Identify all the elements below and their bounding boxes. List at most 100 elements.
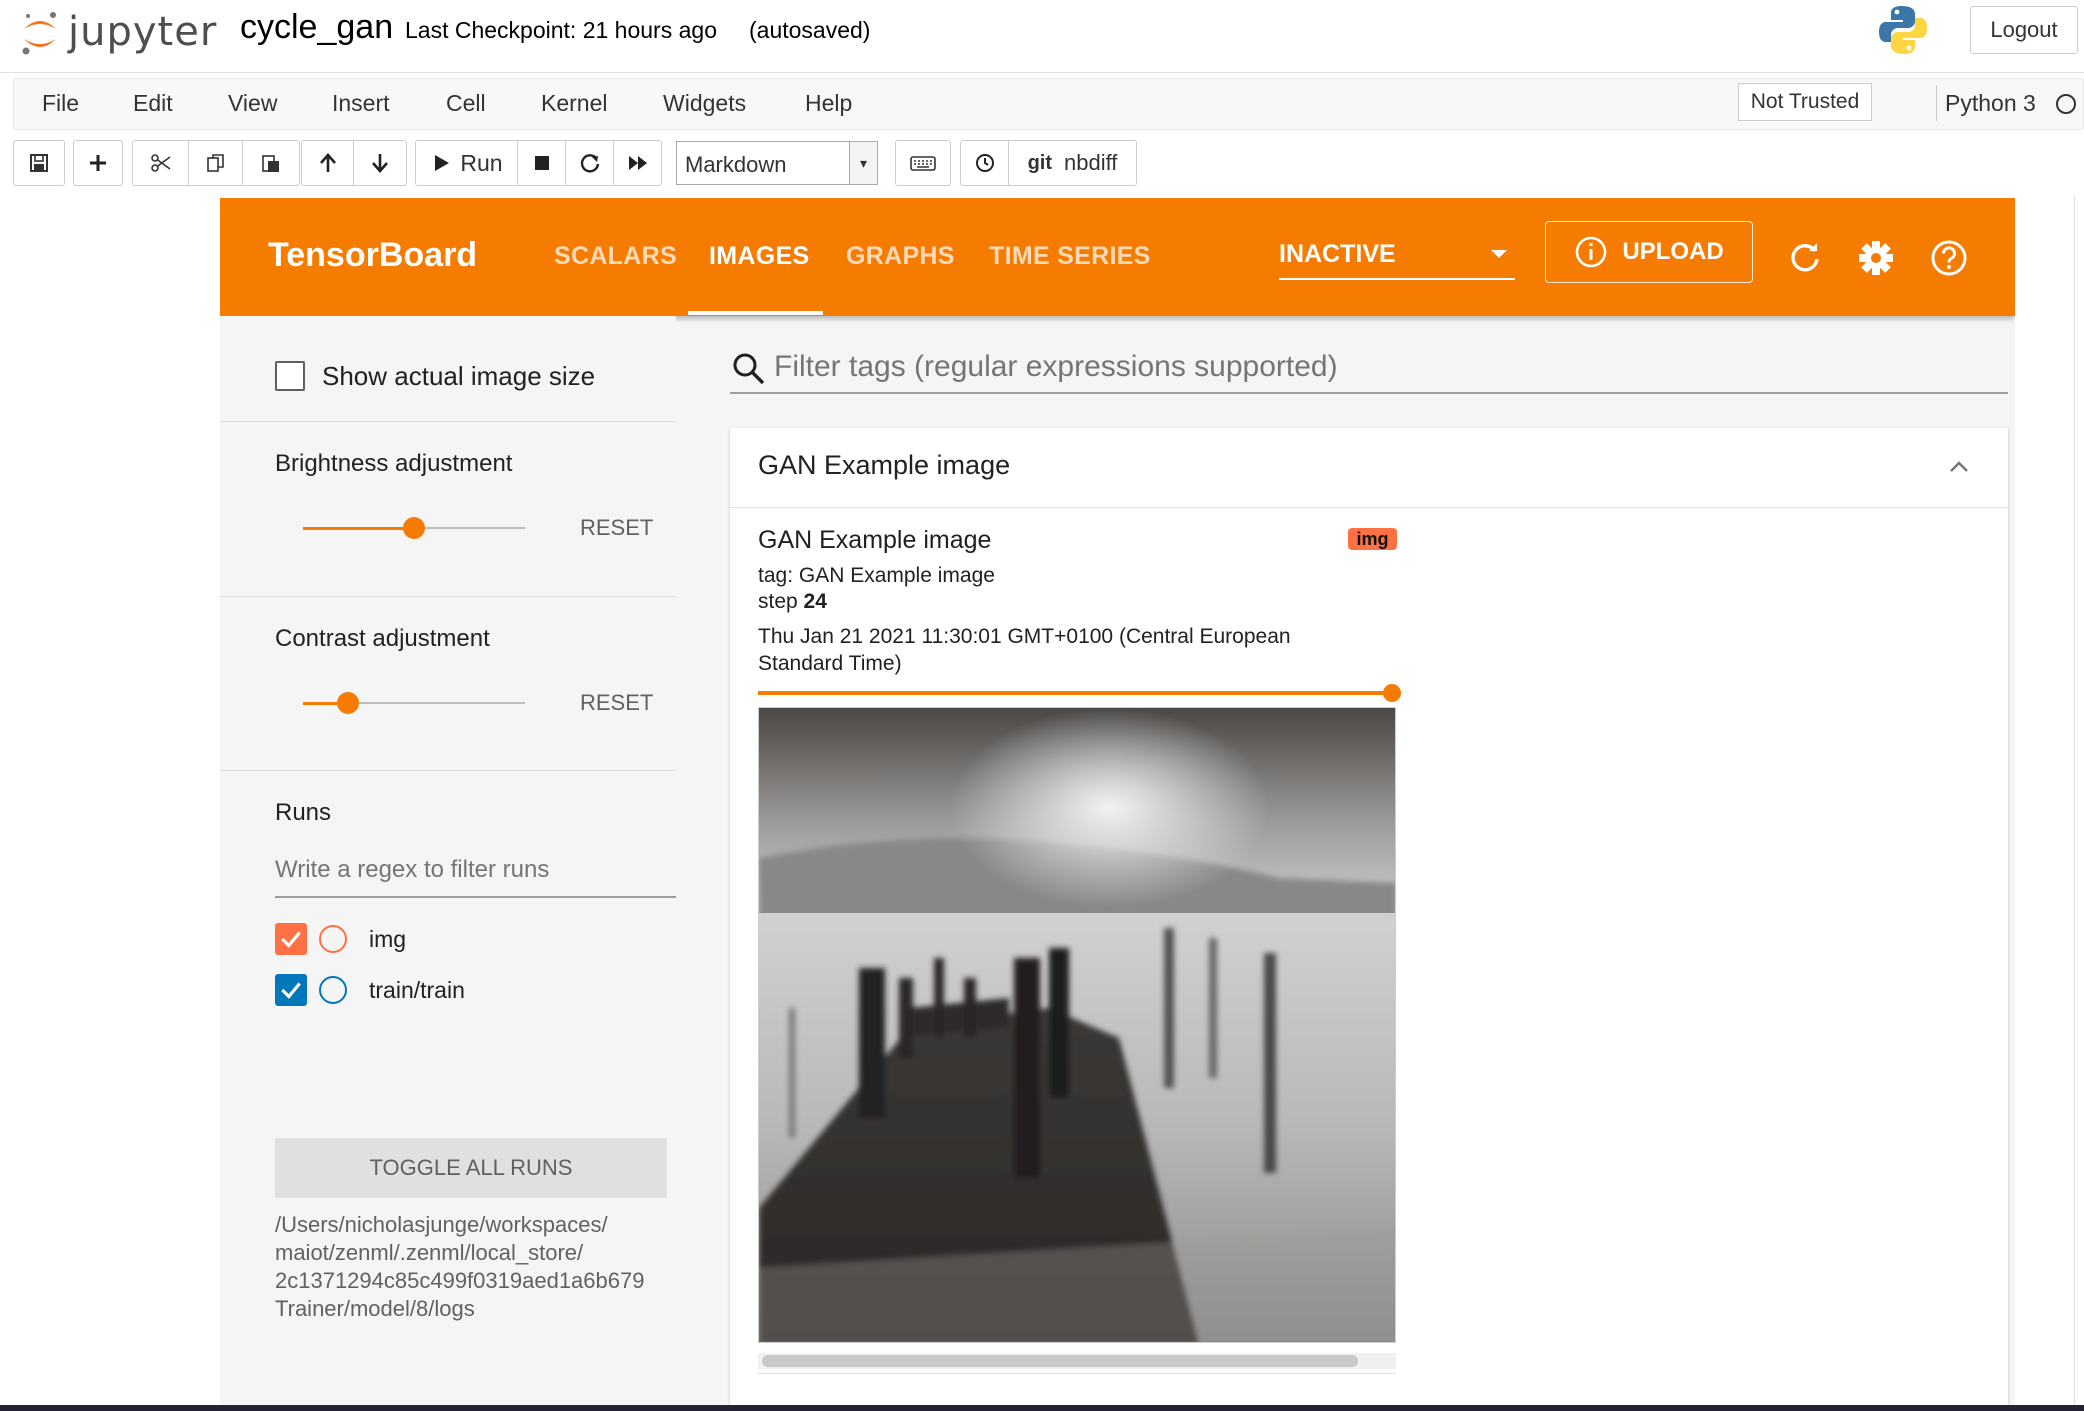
toggle-all-runs-button[interactable]: TOGGLE ALL RUNS bbox=[275, 1138, 667, 1198]
sidebar-divider bbox=[220, 596, 676, 597]
insert-cell-button[interactable] bbox=[74, 141, 122, 185]
command-palette-button[interactable] bbox=[896, 141, 950, 185]
restart-button[interactable] bbox=[566, 141, 614, 185]
menu-view[interactable]: View bbox=[228, 90, 277, 117]
image-horizontal-scrollbar[interactable] bbox=[758, 1353, 1396, 1369]
notebook-name[interactable]: cycle_gan bbox=[240, 8, 393, 47]
scissors-icon bbox=[150, 154, 170, 172]
kernel-separator bbox=[1936, 85, 1937, 121]
clock-icon bbox=[975, 154, 994, 172]
tab-graphs[interactable]: GRAPHS bbox=[846, 242, 955, 271]
python-logo-icon bbox=[1879, 6, 1927, 54]
fast-forward-icon bbox=[628, 156, 647, 170]
menu-kernel[interactable]: Kernel bbox=[541, 90, 607, 117]
sidebar-divider bbox=[220, 421, 676, 422]
nbdiff-button[interactable]: git nbdiff bbox=[1009, 141, 1136, 185]
show-actual-size-label[interactable]: Show actual image size bbox=[322, 361, 595, 392]
step-slider-handle[interactable] bbox=[1383, 684, 1401, 702]
category-title: GAN Example image bbox=[758, 450, 1011, 480]
settings-gear-icon[interactable] bbox=[1857, 239, 1895, 277]
tab-images[interactable]: IMAGES bbox=[709, 242, 809, 271]
interrupt-button[interactable] bbox=[518, 141, 566, 185]
category-header[interactable]: GAN Example image bbox=[730, 428, 2008, 508]
menu-file[interactable]: File bbox=[42, 90, 79, 117]
checkmark-icon bbox=[281, 982, 301, 999]
tag-filter-input[interactable]: Filter tags (regular expressions support… bbox=[730, 346, 2008, 394]
upload-button[interactable]: UPLOAD bbox=[1545, 221, 1753, 283]
run-img-name: img bbox=[369, 925, 407, 952]
plugin-status-select[interactable]: INACTIVE bbox=[1279, 240, 1515, 280]
menu-help[interactable]: Help bbox=[805, 90, 852, 117]
kernel-name: Python 3 bbox=[1945, 90, 2036, 116]
kernel-idle-icon bbox=[2056, 94, 2076, 114]
cell-type-select[interactable]: Markdown ▾ bbox=[676, 141, 878, 185]
toolbar-group-move bbox=[301, 140, 407, 186]
toolbar-group-save bbox=[13, 140, 65, 186]
run-train-checkbox[interactable] bbox=[275, 974, 307, 1006]
brightness-slider-handle[interactable] bbox=[403, 517, 425, 539]
run-row-img: img bbox=[275, 921, 406, 957]
help-icon[interactable] bbox=[1930, 239, 1968, 277]
arrow-down-icon bbox=[372, 154, 388, 173]
tensorboard-sidebar: Show actual image size Brightness adjust… bbox=[220, 316, 676, 1405]
move-up-button[interactable] bbox=[302, 141, 354, 185]
run-button[interactable]: Run bbox=[416, 141, 518, 185]
run-img-radio[interactable] bbox=[319, 925, 347, 953]
save-button[interactable] bbox=[14, 141, 64, 185]
image-timestamp: Thu Jan 21 2021 11:30:01 GMT+0100 (Centr… bbox=[758, 625, 1291, 675]
run-train-radio[interactable] bbox=[319, 976, 347, 1004]
checkpoint-status: Last Checkpoint: 21 hours ago bbox=[405, 17, 717, 43]
stop-icon bbox=[534, 156, 549, 170]
menu-widgets[interactable]: Widgets bbox=[663, 90, 746, 117]
history-button[interactable] bbox=[961, 141, 1009, 185]
scrollbar-thumb[interactable] bbox=[762, 1355, 1358, 1367]
trust-indicator[interactable]: Not Trusted bbox=[1738, 83, 1872, 121]
tensorboard-toolbar: TensorBoard SCALARS IMAGES GRAPHS TIME S… bbox=[220, 198, 2015, 316]
runs-heading: Runs bbox=[275, 799, 332, 826]
tab-scalars[interactable]: SCALARS bbox=[554, 242, 677, 271]
brightness-reset-button[interactable]: RESET bbox=[580, 515, 653, 541]
copy-button[interactable] bbox=[189, 141, 243, 185]
run-img-checkbox[interactable] bbox=[275, 923, 307, 955]
arrow-up-icon bbox=[319, 153, 336, 172]
menu-insert[interactable]: Insert bbox=[332, 90, 390, 117]
move-down-button[interactable] bbox=[354, 141, 406, 185]
sidebar-divider bbox=[220, 770, 676, 771]
run-train-name: train/train bbox=[369, 976, 465, 1003]
run-label: Run bbox=[460, 149, 503, 176]
tab-time-series[interactable]: TIME SERIES bbox=[989, 242, 1151, 271]
cut-button[interactable] bbox=[133, 141, 189, 185]
run-badge: img bbox=[1348, 528, 1397, 550]
card-divider bbox=[758, 1373, 1396, 1374]
copy-icon bbox=[206, 154, 224, 172]
active-tab-indicator bbox=[688, 311, 823, 315]
show-actual-size-checkbox[interactable] bbox=[275, 361, 305, 391]
image-step: step 24 bbox=[758, 590, 827, 614]
toolbar-group-insert bbox=[73, 140, 123, 186]
menu-edit[interactable]: Edit bbox=[133, 90, 173, 117]
logout-button[interactable]: Logout bbox=[1970, 6, 2078, 54]
paste-button[interactable] bbox=[243, 141, 299, 185]
step-slider-track[interactable] bbox=[758, 691, 1392, 695]
chevron-up-icon[interactable] bbox=[1948, 456, 1970, 478]
jupyter-logo[interactable]: jupyter bbox=[20, 4, 217, 60]
contrast-slider-handle[interactable] bbox=[337, 692, 359, 714]
checkmark-icon bbox=[281, 931, 301, 948]
info-icon bbox=[1576, 236, 1607, 268]
tensorboard-frame: TensorBoard SCALARS IMAGES GRAPHS TIME S… bbox=[220, 198, 2015, 1405]
jupyter-logo-text: jupyter bbox=[68, 9, 218, 55]
runs-filter-input[interactable]: Write a regex to filter runs bbox=[275, 856, 676, 898]
image-tag: tag: GAN Example image bbox=[758, 564, 995, 587]
git-label: git bbox=[1027, 151, 1052, 174]
toolbar-group-run: Run bbox=[415, 140, 662, 186]
nbdiff-label: nbdiff bbox=[1064, 150, 1118, 175]
contrast-reset-button[interactable]: RESET bbox=[580, 690, 653, 716]
keyboard-icon bbox=[910, 156, 936, 171]
page-scrollbar[interactable] bbox=[2074, 195, 2075, 1405]
tag-filter-placeholder: Filter tags (regular expressions support… bbox=[774, 350, 1338, 383]
reload-icon[interactable] bbox=[1786, 239, 1824, 277]
run-row-train: train/train bbox=[275, 972, 465, 1008]
restart-run-all-button[interactable] bbox=[614, 141, 661, 185]
menu-cell[interactable]: Cell bbox=[446, 90, 486, 117]
contrast-heading: Contrast adjustment bbox=[275, 625, 490, 652]
